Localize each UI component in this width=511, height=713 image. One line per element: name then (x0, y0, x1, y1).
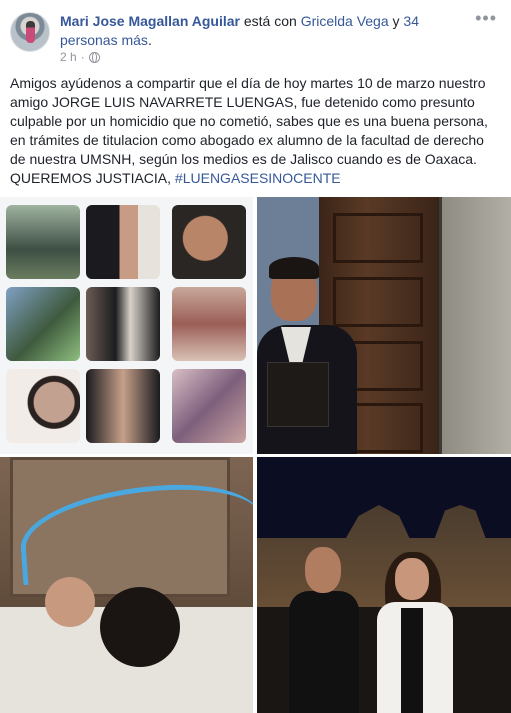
photo-person-woman (375, 552, 455, 713)
and-text: y (388, 13, 404, 29)
photo-person-head (45, 577, 95, 627)
timestamp-link[interactable]: 2 h (60, 50, 77, 64)
author-avatar[interactable] (10, 12, 50, 52)
body-line: QUEREMOS JUSTIACIA, #LUENGASESINOCENTE (10, 169, 501, 188)
post-meta: 2 h · (60, 50, 100, 64)
collage-tile (86, 369, 160, 443)
body-line: en trámites de titulacion como abogado e… (10, 132, 484, 148)
author-line: Mari Jose Magallan Aguilar está con Gric… (60, 12, 440, 50)
photo-night-cathedral[interactable] (257, 457, 511, 713)
body-line: Amigos ayúdenos a compartir que el día d… (10, 75, 486, 91)
collage-tile (6, 287, 80, 361)
photo-person-hair (269, 257, 319, 279)
photo-person-head (100, 587, 180, 667)
post-body: Amigos ayúdenos a compartir que el día d… (10, 74, 501, 188)
meta-separator: · (80, 50, 85, 64)
body-text: QUEREMOS JUSTIACIA, (10, 170, 175, 186)
body-line: amigo JORGE LUIS NAVARRETE LUENGAS, fue … (10, 94, 475, 110)
body-line: culpable por un homicidio que no cometió… (10, 113, 488, 129)
with-text: está con (239, 13, 301, 29)
collage-tile (6, 369, 80, 443)
photo-crowd[interactable] (0, 457, 253, 713)
tagged-person-link[interactable]: Gricelda Vega (301, 13, 389, 29)
hashtag-link[interactable]: #LUENGASESINOCENTE (175, 170, 341, 186)
period-text: . (147, 32, 152, 48)
body-line: de nuestra UMSNH, según los medios es de… (10, 151, 477, 167)
author-name-link[interactable]: Mari Jose Magallan Aguilar (60, 13, 240, 29)
collage-tile (172, 287, 246, 361)
more-options-icon[interactable]: ••• (475, 9, 497, 27)
post-header: Mari Jose Magallan Aguilar está con Gric… (10, 9, 501, 66)
photo-person-man (289, 547, 359, 713)
globe-icon[interactable] (88, 51, 100, 63)
collage-tile (86, 287, 160, 361)
collage-tile (172, 205, 246, 279)
photo-folder (267, 362, 329, 427)
photo-wall (442, 197, 511, 454)
photo-portrait-door[interactable] (257, 197, 511, 454)
collage-tile (6, 205, 80, 279)
photo-grid (0, 197, 511, 713)
collage-tile (172, 369, 246, 443)
photo-collage[interactable] (0, 197, 253, 454)
collage-tile (86, 205, 160, 279)
